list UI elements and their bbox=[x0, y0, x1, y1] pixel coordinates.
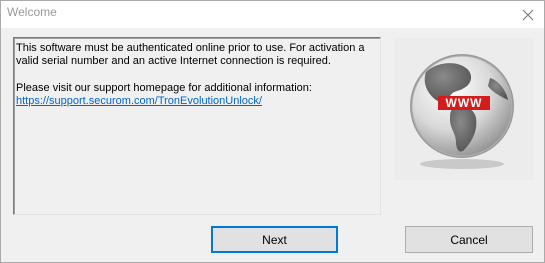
support-link[interactable]: https://support.securom.com/TronEvolutio… bbox=[16, 95, 262, 108]
close-button[interactable] bbox=[511, 1, 544, 28]
cancel-button[interactable]: Cancel bbox=[405, 226, 533, 253]
www-text: WWW bbox=[446, 96, 483, 110]
activation-message: This software must be authenticated onli… bbox=[16, 42, 365, 67]
logo-panel: WWW bbox=[394, 38, 534, 180]
close-icon bbox=[522, 9, 533, 20]
globe-icon: WWW bbox=[410, 54, 514, 169]
support-message: Please visit our support homepage for ad… bbox=[16, 82, 312, 94]
welcome-dialog: Welcome This software must be authentica… bbox=[0, 0, 545, 263]
next-button[interactable]: Next bbox=[211, 226, 338, 253]
window-title: Welcome bbox=[7, 5, 57, 19]
message-panel: This software must be authenticated onli… bbox=[13, 37, 381, 215]
title-bar: Welcome bbox=[1, 1, 544, 28]
